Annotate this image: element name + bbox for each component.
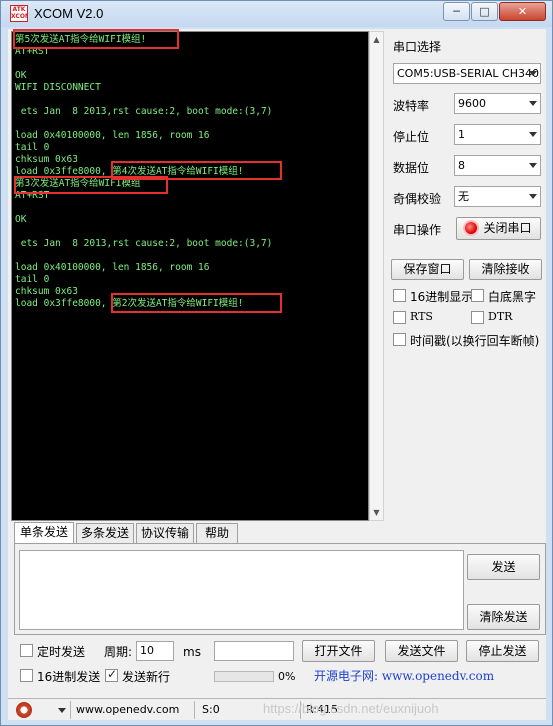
timed-send-label: 定时发送 (37, 645, 86, 659)
close-port-label: 关闭串口 (483, 221, 532, 235)
white-bg-checkbox[interactable] (471, 289, 484, 302)
port-select-label: 串口选择 (393, 40, 442, 54)
period-label: 周期: (104, 645, 133, 659)
timed-send-checkbox[interactable] (20, 644, 33, 657)
open-file-button[interactable]: 打开文件 (302, 640, 375, 662)
blog-watermark: https://blog.csdn.net/euxnijuoh (263, 701, 439, 716)
client-area: 第5次发送AT指令给WIFI模组! AT+RST OK WIFI DISCONNECT… (8, 29, 546, 719)
status-url[interactable]: www.openedv.com (76, 701, 179, 719)
settings-gear-icon[interactable] (16, 702, 32, 718)
maximize-button[interactable]: □ (471, 2, 498, 21)
tab-single-send[interactable]: 单条发送 (14, 522, 74, 543)
stopbits-label: 停止位 (393, 130, 430, 144)
status-separator (194, 701, 195, 719)
stopbits-value: 1 (458, 128, 465, 141)
terminal-line: ets Jan 8 2013,rst cause:2, boot mode:(3… (15, 238, 273, 249)
port-op-label: 串口操作 (393, 223, 442, 237)
parity-label: 奇偶校验 (393, 192, 442, 206)
hex-display-checkbox[interactable] (393, 289, 406, 302)
send-textarea[interactable] (19, 550, 464, 630)
tab-multi-send[interactable]: 多条发送 (76, 523, 134, 543)
terminal-line: ets Jan 8 2013,rst cause:2, boot mode:(3… (15, 106, 273, 117)
xcom-logo-icon: ATK XCOM (10, 5, 28, 22)
port-status-led-icon (465, 222, 478, 234)
send-file-button[interactable]: 发送文件 (385, 640, 458, 662)
databits-value: 8 (458, 159, 465, 172)
chevron-down-icon (529, 163, 537, 168)
port-select[interactable]: COM5:USB-SERIAL CH340 (393, 63, 541, 84)
hex-send-label: 16进制发送 (37, 670, 101, 684)
timestamp-checkbox[interactable] (393, 333, 406, 346)
app-window: ATK XCOM XCOM V2.0 ─ □ ✕ 第5次发送AT指令给WIFI模… (0, 0, 553, 726)
file-path-input[interactable] (214, 641, 294, 661)
rts-label: RTS (410, 310, 433, 323)
white-bg-label: 白底黑字 (488, 290, 537, 304)
receive-terminal[interactable]: 第5次发送AT指令给WIFI模组! AT+RST OK WIFI DISCONNECT… (11, 31, 369, 521)
close-port-button[interactable]: 关闭串口 (456, 217, 541, 240)
databits-label: 数据位 (393, 161, 430, 175)
single-send-panel: 发送 清除发送 (14, 543, 546, 635)
annotation-box (14, 176, 168, 194)
tab-help[interactable]: 帮助 (196, 523, 238, 543)
chevron-down-icon[interactable] (58, 708, 66, 713)
stop-send-button[interactable]: 停止发送 (466, 640, 539, 662)
chevron-down-icon (529, 101, 537, 106)
period-unit: ms (183, 645, 201, 659)
dtr-label: DTR (488, 310, 513, 323)
terminal-line: tail 0 (15, 142, 50, 153)
send-button[interactable]: 发送 (467, 554, 540, 580)
terminal-scrollbar[interactable]: ▲ ▼ (369, 31, 384, 521)
parity-select[interactable]: 无 (454, 186, 541, 207)
status-separator (70, 701, 71, 719)
scroll-up-icon[interactable]: ▲ (370, 32, 383, 47)
rts-checkbox[interactable] (393, 311, 406, 324)
baud-value: 9600 (458, 97, 486, 110)
terminal-line: load 0x40100000, len 1856, room 16 (15, 262, 210, 273)
port-value: COM5:USB-SERIAL CH340 (397, 67, 540, 80)
timestamp-label: 时间戳(以换行回车断帧) (410, 334, 540, 348)
terminal-line: OK (15, 70, 27, 81)
terminal-line: load 0x40100000, len 1856, room 16 (15, 130, 210, 141)
annotation-box (111, 293, 282, 313)
minimize-button[interactable]: ─ (443, 2, 470, 21)
hex-send-checkbox[interactable] (20, 669, 33, 682)
window-title: XCOM V2.0 (34, 6, 104, 21)
chevron-down-icon (529, 132, 537, 137)
close-window-button[interactable]: ✕ (499, 2, 546, 21)
parity-value: 无 (458, 190, 469, 203)
scroll-down-icon[interactable]: ▼ (370, 505, 383, 520)
send-newline-checkbox[interactable] (105, 667, 118, 682)
terminal-line: tail 0 (15, 274, 50, 285)
stopbits-select[interactable]: 1 (454, 124, 541, 145)
databits-select[interactable]: 8 (454, 155, 541, 176)
save-window-button[interactable]: 保存窗口 (391, 259, 464, 280)
baud-label: 波特率 (393, 99, 430, 113)
tab-protocol[interactable]: 协议传输 (136, 523, 194, 543)
sent-count: S:0 (202, 703, 220, 716)
progress-percent: 0% (278, 670, 296, 683)
period-input[interactable]: 10 (136, 641, 174, 661)
settings-panel: 串口选择 COM5:USB-SERIAL CH340 波特率 9600 停止位 … (391, 29, 546, 359)
annotation-box (13, 29, 179, 49)
hex-display-label: 16进制显示 (410, 290, 474, 304)
baud-select[interactable]: 9600 (454, 93, 541, 114)
terminal-line: OK (15, 214, 27, 225)
title-bar[interactable]: ATK XCOM XCOM V2.0 ─ □ ✕ (1, 1, 552, 27)
chevron-down-icon (529, 71, 537, 76)
dtr-checkbox[interactable] (471, 311, 484, 324)
chevron-down-icon (529, 194, 537, 199)
send-newline-label: 发送新行 (122, 670, 171, 684)
clear-send-button[interactable]: 清除发送 (467, 604, 540, 630)
openedv-ad-link[interactable]: 开源电子网: www.openedv.com (314, 667, 494, 684)
clear-receive-button[interactable]: 清除接收 (469, 259, 542, 280)
send-progress-bar (214, 671, 274, 682)
terminal-line: WIFI DISCONNECT (15, 82, 101, 93)
